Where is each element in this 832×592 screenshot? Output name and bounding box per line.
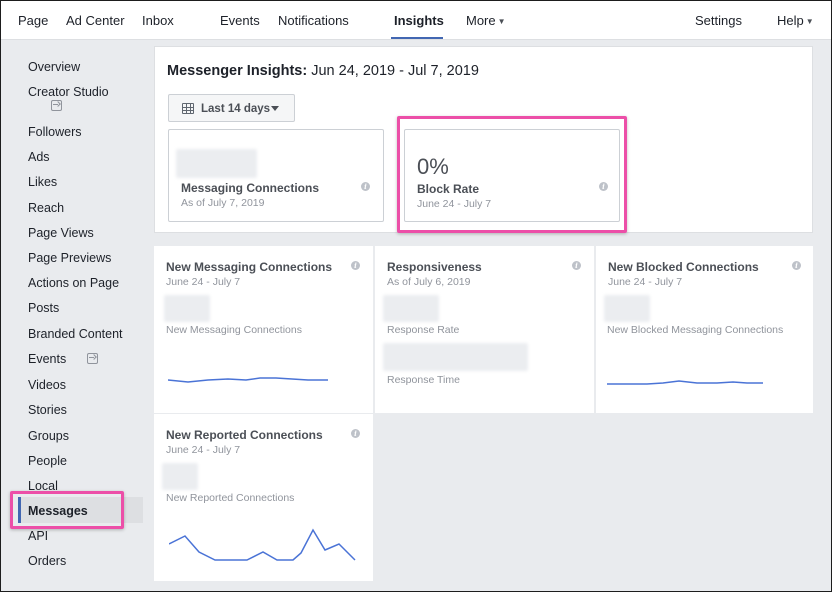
info-icon[interactable]: i — [599, 182, 608, 191]
new-reported-connections-card: New Reported Connections June 24 - July … — [154, 414, 373, 581]
nav-notifications[interactable]: Notifications — [278, 13, 349, 29]
metric-title: New Blocked Connections — [608, 260, 759, 274]
responsiveness-card: Responsiveness As of July 6, 2019 i Resp… — [375, 246, 594, 413]
date-range-label: Last 14 days — [201, 103, 271, 115]
sidebar-item-api[interactable]: API — [28, 528, 48, 544]
messenger-insights-card: Messenger Insights: Jun 24, 2019 - Jul 7… — [154, 46, 813, 233]
metric-title: New Messaging Connections — [166, 260, 333, 274]
new-blocked-connections-card: New Blocked Connections June 24 - July 7… — [596, 246, 813, 413]
sidebar-item-local[interactable]: Local — [28, 478, 58, 494]
sidebar-item-branded-content[interactable]: Branded Content — [28, 326, 123, 342]
sidebar-item-creator-studio[interactable]: Creator Studio — [28, 84, 109, 100]
sidebar-item-messages[interactable]: Messages — [28, 503, 88, 519]
sidebar-item-actions-on-page[interactable]: Actions on Page — [28, 275, 119, 291]
redacted-value — [383, 295, 439, 322]
response-rate-label: Response Rate — [387, 324, 460, 336]
nav-settings[interactable]: Settings — [695, 13, 742, 29]
metric-title: New Reported Connections — [166, 428, 323, 442]
sidebar-item-stories[interactable]: Stories — [28, 402, 67, 418]
sidebar-item-reach[interactable]: Reach — [28, 200, 64, 216]
block-rate-value: 0% — [417, 154, 449, 179]
block-rate-stat: 0% Block Rate June 24 - July 7 i — [404, 129, 620, 222]
nav-more[interactable]: More ▼ — [466, 13, 506, 30]
external-link-icon — [87, 353, 98, 364]
nav-insights[interactable]: Insights — [394, 13, 444, 29]
sidebar: Overview Creator Studio Followers Ads Li… — [1, 41, 146, 592]
sidebar-item-videos[interactable]: Videos — [28, 377, 66, 393]
metric-sub: As of July 6, 2019 — [387, 276, 471, 288]
metric-sub: June 24 - July 7 — [166, 276, 241, 288]
metric-title: Responsiveness — [387, 260, 482, 274]
info-icon[interactable]: i — [351, 429, 360, 438]
metric-label: New Blocked Messaging Connections — [607, 324, 784, 336]
stat-sub: June 24 - July 7 — [417, 198, 492, 210]
page-title: Messenger Insights: Jun 24, 2019 - Jul 7… — [167, 63, 479, 79]
date-range-button[interactable]: Last 14 days — [168, 94, 295, 122]
new-messaging-connections-card: New Messaging Connections June 24 - July… — [154, 246, 373, 413]
top-navigation: Page Ad Center Inbox Events Notification… — [1, 1, 831, 40]
page-title-date-range: Jun 24, 2019 - Jul 7, 2019 — [311, 63, 479, 79]
info-icon[interactable]: i — [351, 261, 360, 270]
nav-ad-center[interactable]: Ad Center — [66, 13, 125, 29]
caret-down-icon: ▼ — [497, 16, 506, 26]
sidebar-item-posts[interactable]: Posts — [28, 300, 59, 316]
nav-inbox[interactable]: Inbox — [142, 13, 174, 29]
sidebar-item-followers[interactable]: Followers — [28, 124, 82, 140]
redacted-value — [383, 343, 528, 371]
active-tab-indicator — [391, 37, 443, 39]
nav-help[interactable]: Help ▼ — [777, 13, 814, 30]
new-reported-sparkline — [169, 528, 356, 561]
new-blocked-sparkline — [607, 380, 763, 385]
external-link-icon — [51, 100, 62, 111]
metric-sub: June 24 - July 7 — [608, 276, 683, 288]
stat-sub: As of July 7, 2019 — [181, 197, 265, 209]
messaging-connections-stat: Messaging Connections As of July 7, 2019… — [168, 129, 384, 222]
sidebar-item-orders[interactable]: Orders — [28, 553, 66, 569]
sidebar-item-events[interactable]: Events — [28, 351, 66, 367]
info-icon[interactable]: i — [361, 182, 370, 191]
stat-label: Block Rate — [417, 182, 480, 196]
nav-more-label: More — [466, 13, 496, 28]
sidebar-item-people[interactable]: People — [28, 453, 67, 469]
sidebar-item-ads[interactable]: Ads — [28, 149, 50, 165]
caret-down-icon: ▼ — [805, 16, 814, 26]
info-icon[interactable]: i — [572, 261, 581, 270]
caret-down-icon — [271, 106, 279, 111]
info-icon[interactable]: i — [792, 261, 801, 270]
sidebar-item-page-previews[interactable]: Page Previews — [28, 250, 111, 266]
sidebar-item-groups[interactable]: Groups — [28, 428, 69, 444]
sidebar-item-page-views[interactable]: Page Views — [28, 225, 94, 241]
new-messaging-sparkline — [168, 377, 328, 383]
redacted-value — [176, 149, 257, 178]
redacted-value — [604, 295, 650, 322]
metric-label: New Reported Connections — [166, 492, 295, 504]
metric-sub: June 24 - July 7 — [166, 444, 241, 456]
calendar-icon — [182, 103, 194, 114]
nav-page[interactable]: Page — [18, 13, 48, 29]
sidebar-item-overview[interactable]: Overview — [28, 59, 80, 75]
redacted-value — [162, 463, 198, 490]
stat-label: Messaging Connections — [181, 181, 320, 195]
nav-events[interactable]: Events — [220, 13, 260, 29]
redacted-value — [164, 295, 210, 322]
sidebar-item-likes[interactable]: Likes — [28, 174, 57, 190]
response-time-label: Response Time — [387, 374, 460, 386]
nav-help-label: Help — [777, 13, 804, 28]
page-title-prefix: Messenger Insights: — [167, 63, 308, 79]
metric-label: New Messaging Connections — [166, 324, 302, 336]
